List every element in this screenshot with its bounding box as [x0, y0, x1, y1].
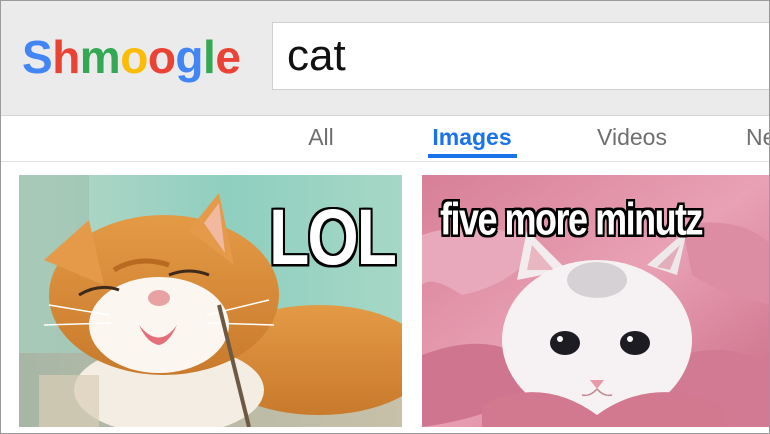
- tab-videos[interactable]: Videos: [593, 122, 671, 158]
- logo-letter: m: [79, 31, 121, 83]
- logo-letter: g: [175, 31, 204, 83]
- search-header: Shmoogle: [1, 1, 769, 116]
- tab-news[interactable]: Ne: [746, 122, 769, 158]
- result-type-tabs: All Images Videos Ne: [1, 116, 769, 162]
- logo-letter: e: [215, 31, 241, 83]
- logo-letter: o: [147, 31, 176, 83]
- logo-letter: o: [120, 31, 148, 83]
- logo-letter: l: [203, 31, 216, 83]
- logo-letter: h: [52, 31, 80, 83]
- image-result-kitten[interactable]: five more minutz: [422, 175, 769, 427]
- meme-caption: five more minutz: [440, 193, 704, 245]
- tab-all[interactable]: All: [305, 122, 337, 158]
- image-result-cat-lol[interactable]: LOL: [19, 175, 402, 427]
- logo-letter: S: [22, 31, 53, 83]
- search-box[interactable]: [272, 22, 769, 90]
- browser-frame: Shmoogle All Images Videos Ne: [0, 0, 770, 434]
- shmoogle-logo[interactable]: Shmoogle: [22, 27, 241, 87]
- search-input[interactable]: [287, 31, 767, 81]
- meme-caption: LOL: [269, 192, 397, 281]
- tab-images[interactable]: Images: [428, 122, 517, 158]
